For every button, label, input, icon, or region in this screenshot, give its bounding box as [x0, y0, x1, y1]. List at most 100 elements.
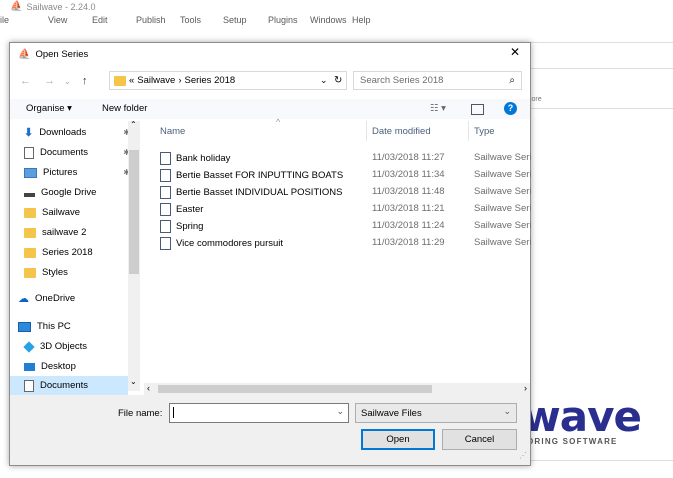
sailwave-icon: ⛵: [10, 1, 23, 12]
chevron-down-icon[interactable]: ⌄: [320, 75, 328, 86]
up-arrow-icon[interactable]: ↑: [82, 75, 88, 87]
chevron-down-icon: ⌄: [503, 406, 511, 416]
nav-item-label: 3D Objects: [40, 341, 87, 352]
dialog-title: Open Series: [35, 49, 89, 60]
file-icon: [160, 152, 171, 165]
nav-item-label: Documents: [40, 380, 89, 391]
refresh-icon[interactable]: ↻: [334, 75, 342, 86]
organise-button[interactable]: Organise ▾: [26, 103, 72, 114]
menu-plugins[interactable]: Plugins: [268, 15, 298, 25]
menu-help[interactable]: Help: [352, 15, 371, 25]
file-row[interactable]: Spring 11/03/2018 11:24 Sailwave Seri: [160, 220, 532, 237]
nav-item-label: Pictures: [43, 167, 78, 178]
folder-icon: [24, 247, 36, 258]
breadcrumb-separator: ›: [178, 75, 182, 86]
file-row[interactable]: Bertie Basset INDIVIDUAL POSITIONS 11/03…: [160, 186, 532, 203]
file-row[interactable]: Bertie Basset FOR INPUTTING BOATS 11/03/…: [160, 169, 532, 186]
nav-item-label: This PC: [37, 321, 71, 332]
scroll-up-icon[interactable]: ⌃: [130, 120, 137, 129]
menu-publish[interactable]: Publish: [136, 15, 166, 25]
breadcrumb-series-2018[interactable]: Series 2018: [185, 75, 236, 86]
file-icon: [160, 203, 171, 216]
sort-ascending-icon: ^: [276, 117, 281, 127]
nav-item-styles[interactable]: Styles: [24, 263, 140, 282]
file-type: Sailwave Seri: [474, 169, 532, 180]
file-type-filter-value: Sailwave Files: [361, 407, 422, 419]
file-name: Bertie Basset INDIVIDUAL POSITIONS: [176, 187, 343, 198]
address-bar[interactable]: « Sailwave › Series 2018 ⌄ ↻: [109, 71, 347, 90]
nav-item-downloads[interactable]: ⬇ Downloads ✱: [24, 123, 140, 142]
column-header-type[interactable]: Type: [474, 126, 495, 137]
file-type: Sailwave Seri: [474, 152, 532, 163]
nav-item-3d-objects[interactable]: 3D Objects: [23, 337, 140, 356]
file-row[interactable]: Easter 11/03/2018 11:21 Sailwave Seri: [160, 203, 532, 220]
column-header-name[interactable]: Name: [160, 126, 185, 137]
nav-item-this-pc[interactable]: This PC: [18, 317, 134, 336]
file-type-filter[interactable]: Sailwave Files ⌄: [355, 403, 517, 423]
scroll-left-icon[interactable]: ‹: [147, 383, 150, 393]
preview-pane-icon[interactable]: [471, 104, 484, 115]
nav-item-label: Google Drive: [41, 187, 97, 198]
app-title-text: Sailwave - 2.24.0: [26, 1, 96, 12]
navigation-pane: ⬇ Downloads ✱ Documents ✱ Pictures ✱ Goo…: [10, 121, 142, 395]
nav-item-google-drive[interactable]: Google Drive ✱: [24, 183, 140, 202]
new-folder-button[interactable]: New folder: [102, 103, 147, 114]
file-date: 11/03/2018 11:24: [372, 220, 445, 231]
nav-item-sailwave-2[interactable]: sailwave 2: [24, 223, 140, 242]
scroll-down-icon[interactable]: ⌄: [130, 377, 137, 386]
search-icon[interactable]: ⌕: [509, 75, 515, 86]
forward-arrow-icon[interactable]: →: [44, 75, 55, 87]
cloud-icon: ☁: [18, 293, 29, 305]
breadcrumb-sailwave[interactable]: Sailwave: [137, 75, 175, 86]
column-header-date[interactable]: Date modified: [372, 126, 431, 137]
nav-item-documents[interactable]: Documents ✱: [24, 143, 140, 162]
nav-scrollbar-thumb[interactable]: [129, 150, 139, 274]
documents-icon: [24, 146, 34, 159]
close-button[interactable]: ✕: [506, 45, 524, 61]
menu-tools[interactable]: Tools: [180, 15, 201, 25]
3d-objects-icon: [23, 340, 35, 353]
help-icon[interactable]: ?: [504, 102, 517, 115]
menu-edit[interactable]: Edit: [92, 15, 108, 25]
file-row[interactable]: Bank holiday 11/03/2018 11:27 Sailwave S…: [160, 152, 532, 169]
menu-windows[interactable]: Windows: [310, 15, 347, 25]
nav-item-sailwave[interactable]: Sailwave: [24, 203, 140, 222]
nav-item-desktop[interactable]: Desktop: [24, 357, 140, 376]
file-name-label: File name:: [118, 408, 163, 419]
file-type: Sailwave Seri: [474, 237, 532, 248]
file-row[interactable]: Vice commodores pursuit 11/03/2018 11:29…: [160, 237, 532, 254]
nav-item-label: sailwave 2: [42, 227, 87, 238]
column-separator: [468, 121, 469, 141]
dialog-title-bar: ⛵ Open Series: [18, 49, 88, 60]
menu-setup[interactable]: Setup: [223, 15, 247, 25]
file-name: Bank holiday: [176, 153, 231, 164]
folder-icon: [24, 267, 36, 278]
open-button[interactable]: Open: [361, 429, 435, 450]
nav-item-label: Desktop: [41, 361, 76, 372]
menu-file[interactable]: ile: [0, 15, 9, 25]
recent-locations-chevron-icon[interactable]: ⌄: [64, 77, 71, 86]
drive-icon: [24, 192, 35, 197]
search-box[interactable]: Search Series 2018 ⌕: [353, 71, 522, 90]
resize-grip-icon[interactable]: ⋰: [519, 451, 527, 460]
nav-item-label: Documents: [40, 147, 89, 158]
view-options-icon[interactable]: ☷ ▾: [430, 103, 446, 114]
nav-item-label: Styles: [42, 267, 68, 278]
menu-view[interactable]: View: [48, 15, 67, 25]
file-name: Bertie Basset FOR INPUTTING BOATS: [176, 170, 344, 181]
back-arrow-icon[interactable]: ←: [20, 75, 31, 87]
chevron-down-icon[interactable]: ⌄: [336, 406, 344, 417]
scroll-right-icon[interactable]: ›: [524, 383, 527, 393]
nav-item-series-2018[interactable]: Series 2018: [24, 243, 140, 262]
file-type: Sailwave Seri: [474, 203, 532, 214]
dialog-toolbar: Organise ▾ New folder ☷ ▾ ?: [10, 99, 530, 119]
nav-item-pictures[interactable]: Pictures ✱: [24, 163, 140, 182]
horizontal-scrollbar-thumb[interactable]: [158, 385, 432, 393]
cancel-button[interactable]: Cancel: [442, 429, 517, 450]
text-cursor: [173, 407, 174, 418]
nav-item-onedrive[interactable]: ☁ OneDrive: [18, 289, 134, 308]
file-name-input[interactable]: ⌄: [169, 403, 349, 423]
breadcrumb-overflow[interactable]: «: [129, 75, 134, 86]
nav-item-documents-selected[interactable]: Documents: [10, 376, 128, 395]
close-icon: ✕: [509, 45, 521, 59]
